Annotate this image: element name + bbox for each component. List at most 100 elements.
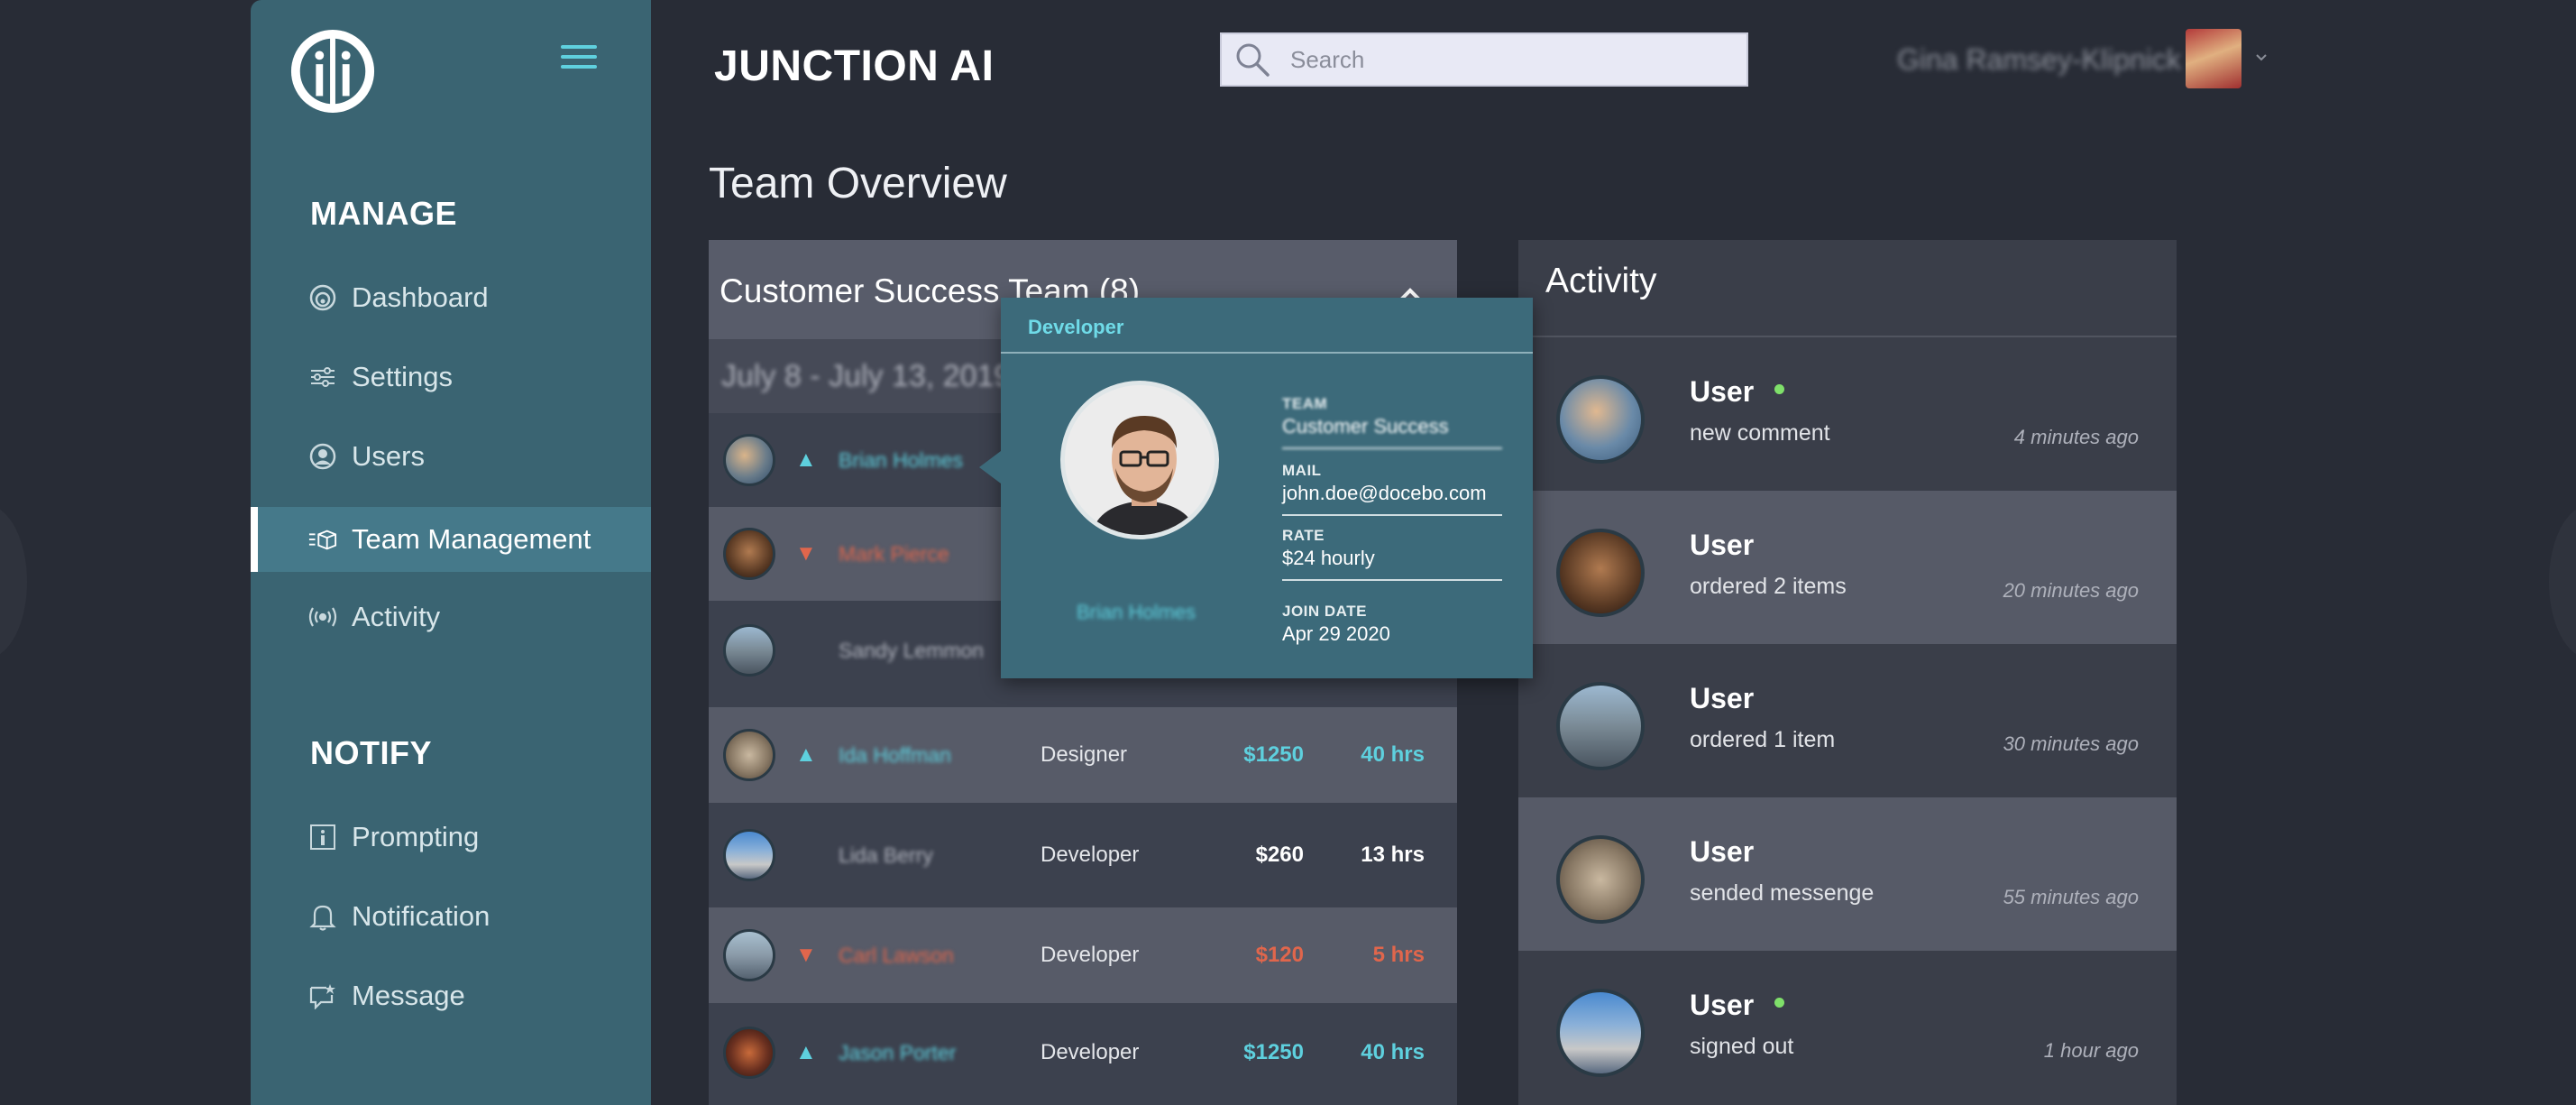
activity-user: User (1690, 835, 1755, 868)
member-rate: $1250 (1243, 742, 1304, 767)
user-circle-icon (308, 442, 337, 471)
sidebar-item-users[interactable]: Users (251, 424, 651, 489)
dashboard-icon (308, 283, 337, 312)
search-bar[interactable] (1220, 32, 1748, 87)
popover-divider (1001, 352, 1533, 354)
member-rate: $120 (1255, 943, 1304, 967)
activity-panel: Activity User new comment 4 minutes ago … (1518, 240, 2177, 1105)
avatar (723, 624, 775, 677)
member-name: Sandy Lemmon (839, 638, 985, 662)
message-icon (308, 981, 337, 1010)
mail-field: MAIL john.doe@docebo.com (1282, 462, 1502, 516)
table-row[interactable]: ▼ Carl Lawson Developer $120 5 hrs (709, 907, 1457, 1003)
activity-time: 20 minutes ago (2003, 579, 2139, 602)
table-row[interactable]: ▲ Ida Hoffman Designer $1250 40 hrs (709, 707, 1457, 803)
manage-section-title: MANAGE (310, 195, 457, 232)
sliders-icon (308, 363, 337, 391)
right-edge-decoration (2549, 505, 2576, 658)
member-name: Lida Berry (839, 843, 933, 867)
brand-title: JUNCTION AI (714, 42, 995, 90)
member-role: Developer (1040, 943, 1140, 967)
sidebar-item-label: Team Management (352, 523, 591, 555)
join-date-label: JOIN DATE (1282, 603, 1367, 620)
table-row[interactable]: ▲ Jason Porter Developer $1250 40 hrs (709, 1003, 1457, 1102)
member-name: Ida Hoffman (839, 742, 951, 767)
popover-arrow (979, 451, 1001, 483)
popover-member-name: Brian Holmes (1077, 601, 1196, 623)
member-rate: $260 (1255, 843, 1304, 867)
chevron-down-icon[interactable] (2254, 51, 2269, 65)
user-avatar[interactable] (2186, 29, 2241, 88)
sidebar-item-settings[interactable]: Settings (251, 345, 651, 410)
online-indicator (1774, 384, 1784, 394)
member-profile-popover: Developer Brian Holmes TEAM Customer Suc… (979, 298, 1533, 678)
member-hours: 5 hrs (1372, 943, 1425, 967)
table-row[interactable]: Lida Berry Developer $260 13 hrs (709, 803, 1457, 907)
page-title: Team Overview (709, 160, 1007, 207)
activity-user: User (1690, 375, 1755, 408)
trend-up-icon: ▲ (795, 447, 817, 472)
activity-text: ordered 1 item (1690, 727, 1836, 752)
activity-item[interactable]: User ordered 2 items 20 minutes ago (1518, 491, 2177, 644)
user-name[interactable]: Gina Ramsey-Klipnick (1897, 43, 2181, 77)
activity-text: new comment (1690, 420, 1830, 446)
mail-label: MAIL (1282, 462, 1322, 479)
trend-down-icon: ▼ (795, 541, 817, 566)
avatar (723, 929, 775, 981)
avatar (723, 1027, 775, 1079)
sidebar-item-activity[interactable]: Activity (251, 585, 651, 649)
rate-label: RATE (1282, 527, 1325, 544)
activity-user: User (1690, 529, 1755, 561)
sidebar-item-message[interactable]: Message (251, 963, 651, 1028)
member-role: Developer (1040, 1040, 1140, 1064)
activity-item[interactable]: User sended messenge 55 minutes ago (1518, 797, 2177, 951)
avatar (1556, 989, 1645, 1077)
trend-up-icon: ▲ (795, 742, 817, 767)
sidebar-item-label: Dashboard (352, 281, 489, 313)
sidebar-item-dashboard[interactable]: Dashboard (251, 265, 651, 330)
activity-text: signed out (1690, 1034, 1794, 1059)
activity-item[interactable]: User ordered 1 item 30 minutes ago (1518, 644, 2177, 797)
team-label: TEAM (1282, 395, 1328, 412)
member-hours: 13 hrs (1361, 843, 1425, 867)
sidebar-item-label: Users (352, 440, 425, 472)
avatar (1556, 682, 1645, 770)
sidebar-item-notification[interactable]: Notification (251, 884, 651, 949)
bell-icon (308, 902, 337, 931)
trend-down-icon: ▼ (795, 943, 817, 967)
member-hours: 40 hrs (1361, 742, 1425, 767)
broadcast-icon (308, 603, 337, 631)
search-input[interactable] (1290, 45, 1723, 74)
trend-up-icon: ▲ (795, 1040, 817, 1064)
sidebar-item-label: Settings (352, 361, 454, 392)
join-date-field: JOIN DATE Apr 29 2020 (1282, 603, 1502, 655)
activity-time: 30 minutes ago (2003, 732, 2139, 755)
left-edge-decoration (0, 505, 27, 658)
sidebar-item-prompting[interactable]: Prompting (251, 805, 651, 870)
team-icon (308, 525, 337, 554)
activity-text: ordered 2 items (1690, 574, 1847, 599)
activity-user: User (1690, 682, 1755, 714)
sidebar-item-label: Activity (352, 601, 441, 632)
member-rate: $1250 (1243, 1040, 1304, 1064)
activity-user: User (1690, 989, 1755, 1021)
join-date-value: Apr 29 2020 (1282, 622, 1390, 645)
member-role: Developer (1040, 843, 1140, 867)
avatar (723, 829, 775, 881)
mail-value[interactable]: john.doe@docebo.com (1282, 482, 1502, 516)
member-name: Mark Pierce (839, 541, 949, 566)
search-icon (1236, 43, 1270, 77)
member-hours: 40 hrs (1361, 1040, 1425, 1064)
activity-item[interactable]: User signed out 1 hour ago (1518, 951, 2177, 1104)
activity-time: 4 minutes ago (2013, 426, 2139, 448)
activity-time: 1 hour ago (2043, 1039, 2139, 1062)
avatar (723, 729, 775, 781)
date-range: July 8 - July 13, 2019 (721, 359, 1012, 393)
activity-item[interactable]: User new comment 4 minutes ago (1518, 337, 2177, 491)
avatar (723, 434, 775, 486)
avatar (1556, 375, 1645, 464)
hamburger-menu-icon[interactable] (561, 45, 597, 72)
rate-field: RATE $24 hourly (1282, 527, 1502, 581)
sidebar-item-team-management[interactable]: Team Management (251, 507, 651, 572)
avatar (1556, 835, 1645, 924)
